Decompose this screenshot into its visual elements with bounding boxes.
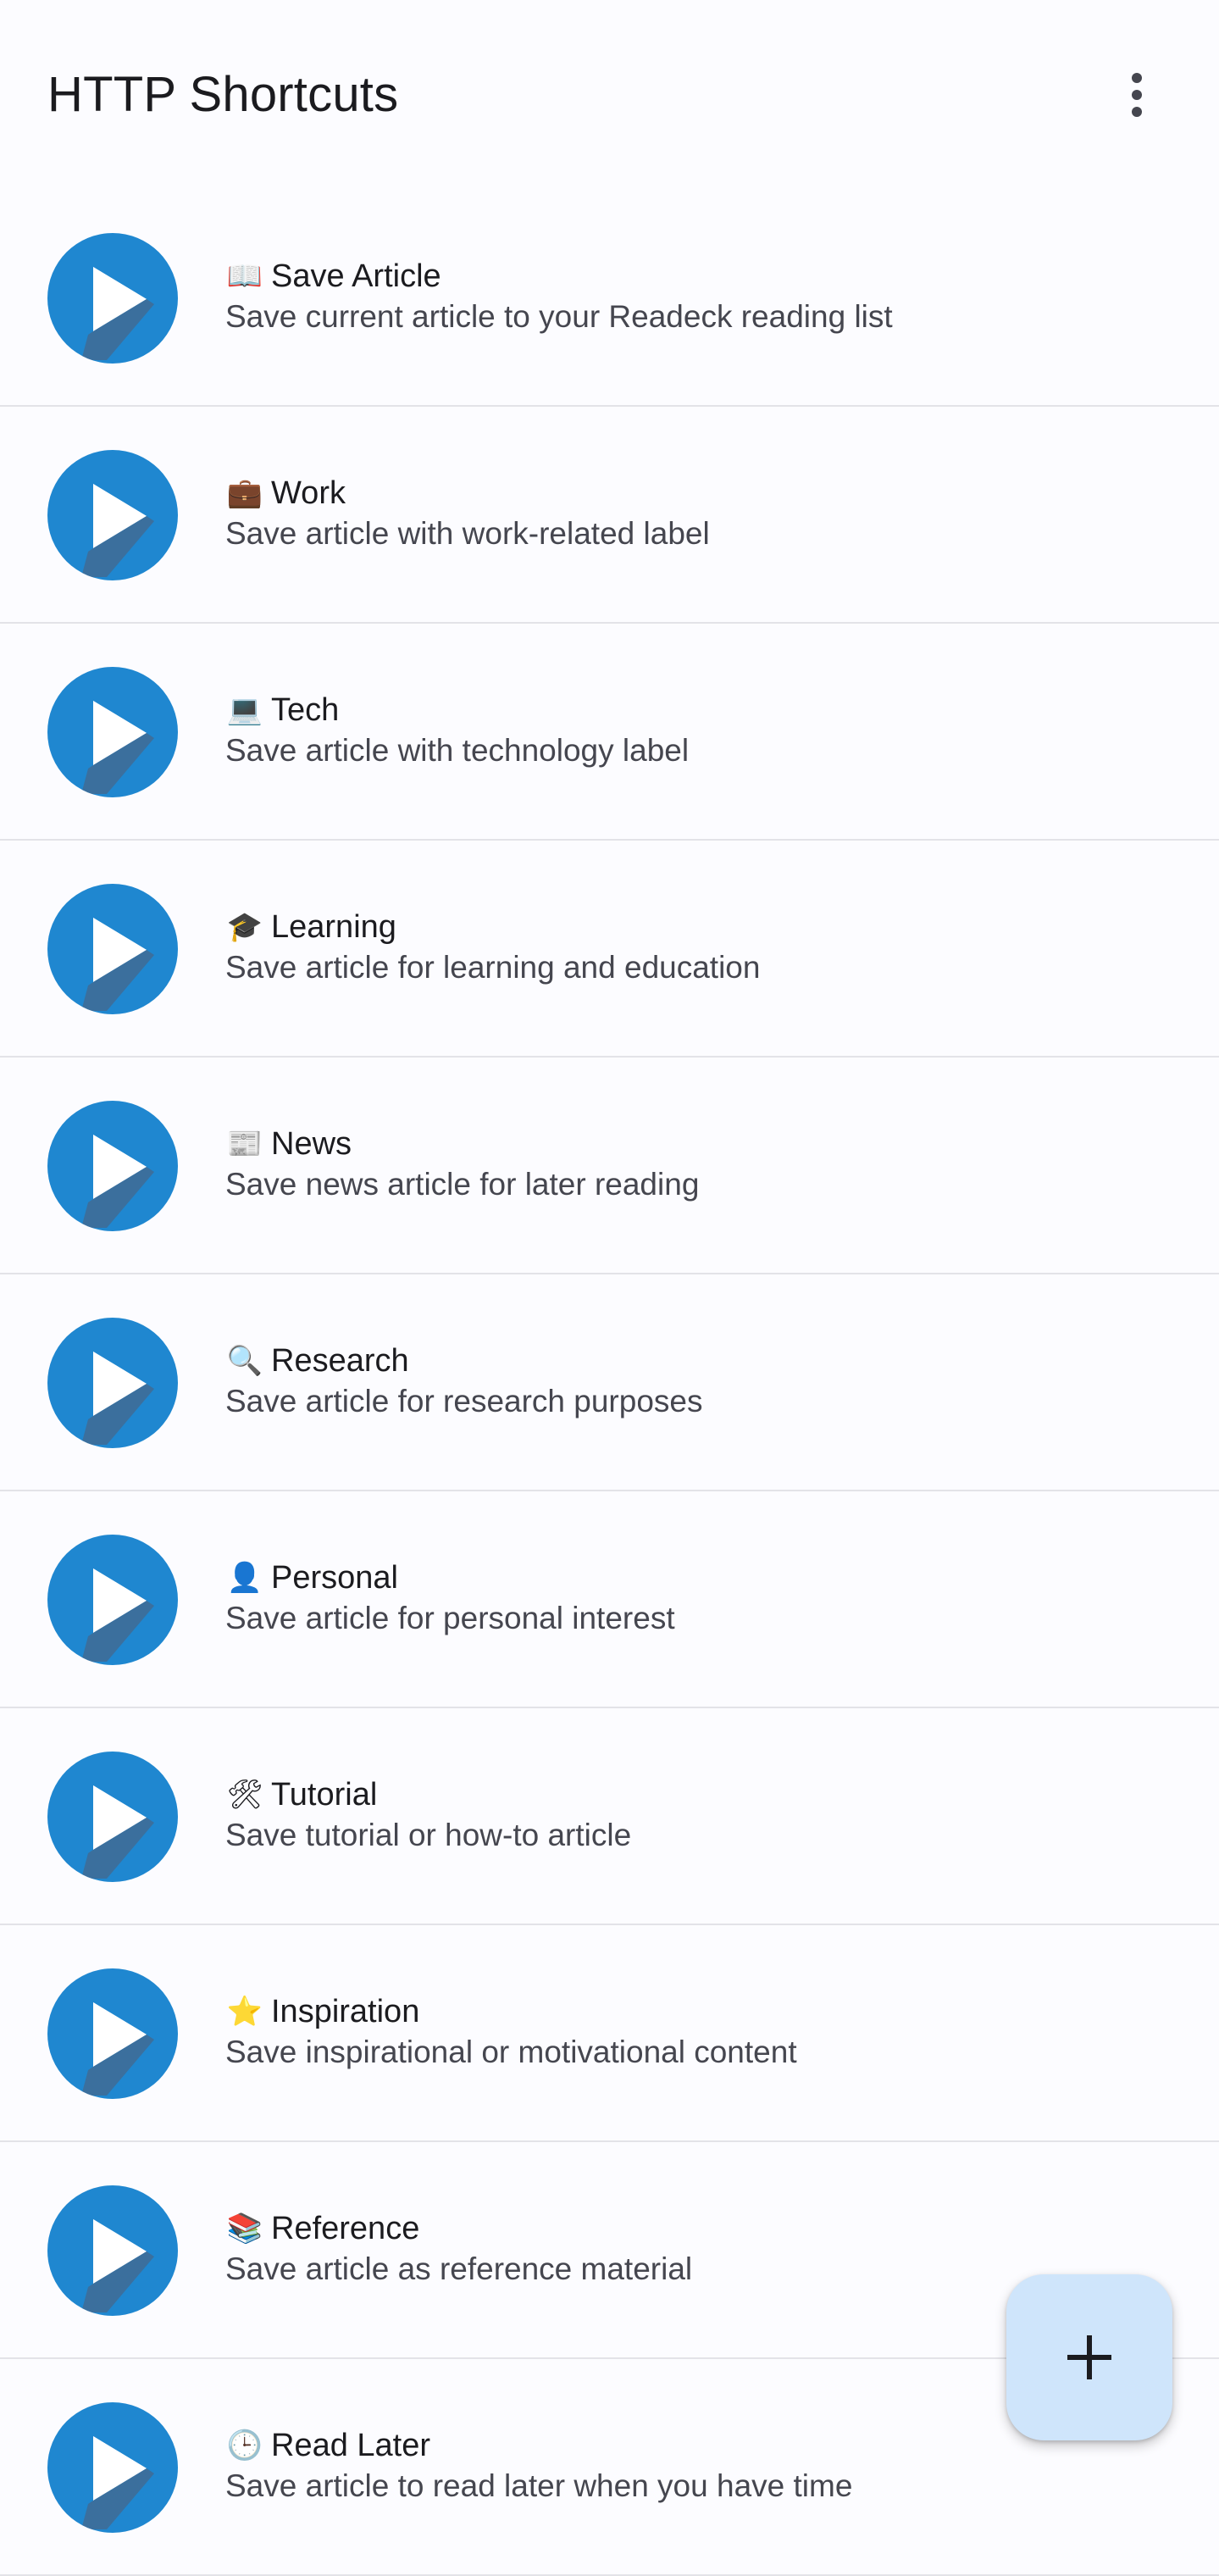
shortcut-title-line: 💻 Tech <box>225 690 1185 730</box>
send-arrow-icon <box>47 1752 178 1882</box>
add-shortcut-button[interactable] <box>1006 2274 1172 2440</box>
shortcut-name: Save Article <box>271 258 441 294</box>
shortcut-row[interactable]: 🎓 Learning Save article for learning and e… <box>0 841 1219 1058</box>
shortcut-name: Read Later <box>271 2428 431 2463</box>
shortcut-text: ⭐ Inspiration Save inspirational or motiva… <box>225 1991 1185 2073</box>
shortcut-name: Work <box>271 475 346 511</box>
shortcut-row[interactable]: ⭐ Inspiration Save inspirational or motiva… <box>0 1925 1219 2142</box>
send-arrow-icon <box>47 2402 178 2533</box>
shortcut-text: 🎓 Learning Save article for learning and e… <box>225 907 1185 988</box>
shortcut-title-line: ⭐ Inspiration <box>225 1991 1185 2032</box>
shortcut-title-line: 🎓 Learning <box>225 907 1185 947</box>
shortcut-text: 🛠 Tutorial Save tutorial or how-to article <box>225 1774 1185 1856</box>
more-vert-icon-dot <box>1132 107 1142 117</box>
star-icon: ⭐ <box>226 1996 263 2028</box>
shortcut-text: 👤 Personal Save article for personal inter… <box>225 1557 1185 1639</box>
shortcut-title-line: 💼 Work <box>225 473 1185 514</box>
shortcut-description: Save article with work-related label <box>225 516 710 551</box>
shortcut-row[interactable]: 📖 Save Article Save current article to you… <box>0 190 1219 407</box>
more-vert-icon-dot <box>1132 90 1142 100</box>
open-book-icon: 📖 <box>226 260 263 292</box>
clock-icon: 🕒 <box>226 2429 263 2462</box>
shortcut-description: Save article for personal interest <box>225 1601 675 1635</box>
send-arrow-icon <box>47 2185 178 2316</box>
send-arrow-icon <box>47 1318 178 1448</box>
hammer-wrench-icon: 🛠 <box>226 1779 263 1811</box>
app-title: HTTP Shortcuts <box>47 67 399 122</box>
books-icon: 📚 <box>226 2212 263 2245</box>
shortcut-name: Learning <box>271 909 396 945</box>
send-arrow-icon <box>47 450 178 580</box>
app-bar: HTTP Shortcuts <box>0 0 1219 190</box>
briefcase-icon: 💼 <box>226 477 263 509</box>
shortcut-description: Save news article for later reading <box>225 1167 700 1202</box>
shortcut-name: Inspiration <box>271 1994 420 2029</box>
shortcut-title-line: 🔍 Research <box>225 1341 1185 1381</box>
shortcut-text: 📖 Save Article Save current article to you… <box>225 256 1185 337</box>
shortcut-text: 💻 Tech Save article with technology label <box>225 690 1185 771</box>
shortcut-description: Save article with technology label <box>225 733 690 768</box>
shortcut-text: 🔍 Research Save article for research purpo… <box>225 1341 1185 1422</box>
shortcut-text: 💼 Work Save article with work-related labe… <box>225 473 1185 554</box>
shortcut-description: Save article for research purposes <box>225 1384 703 1418</box>
shortcut-name: Research <box>271 1343 409 1379</box>
laptop-icon: 💻 <box>226 694 263 726</box>
shortcut-description: Save article for learning and education <box>225 950 761 985</box>
plus-icon <box>1067 2335 1111 2379</box>
shortcut-title-line: 👤 Personal <box>225 1557 1185 1598</box>
shortcut-name: Reference <box>271 2211 420 2246</box>
shortcut-name: News <box>271 1126 352 1162</box>
shortcut-name: Personal <box>271 1560 398 1596</box>
person-silhouette-icon: 👤 <box>226 1562 263 1594</box>
send-arrow-icon <box>47 884 178 1014</box>
shortcut-description: Save tutorial or how-to article <box>225 1818 632 1852</box>
graduation-cap-icon: 🎓 <box>226 911 263 943</box>
shortcut-row[interactable]: 💼 Work Save article with work-related labe… <box>0 407 1219 624</box>
shortcut-title-line: 🛠 Tutorial <box>225 1774 1185 1815</box>
shortcut-description: Save inspirational or motivational conte… <box>225 2035 797 2069</box>
send-arrow-icon <box>47 667 178 797</box>
shortcut-row[interactable]: 🛠 Tutorial Save tutorial or how-to article <box>0 1708 1219 1925</box>
shortcut-description: Save article to read later when you have… <box>225 2468 853 2503</box>
shortcut-row[interactable]: 💻 Tech Save article with technology label <box>0 624 1219 841</box>
magnifier-icon: 🔍 <box>226 1345 263 1377</box>
shortcut-row[interactable]: 🔍 Research Save article for research purpo… <box>0 1274 1219 1491</box>
send-arrow-icon <box>47 1968 178 2099</box>
shortcut-row[interactable]: 👤 Personal Save article for personal inter… <box>0 1491 1219 1708</box>
shortcut-row[interactable]: 📰 News Save news article for later reading <box>0 1058 1219 1274</box>
newspaper-icon: 📰 <box>226 1128 263 1160</box>
send-arrow-icon <box>47 1535 178 1665</box>
shortcut-title-line: 📚 Reference <box>225 2208 1185 2249</box>
shortcut-name: Tech <box>271 692 340 728</box>
shortcut-name: Tutorial <box>271 1777 378 1813</box>
shortcut-list: 📖 Save Article Save current article to you… <box>0 190 1219 2576</box>
shortcut-description: Save current article to your Readeck rea… <box>225 299 893 334</box>
shortcut-title-line: 📖 Save Article <box>225 256 1185 297</box>
shortcut-text: 📰 News Save news article for later reading <box>225 1124 1185 1205</box>
more-options-button[interactable] <box>1103 53 1171 137</box>
send-arrow-icon <box>47 233 178 364</box>
send-arrow-icon <box>47 1101 178 1231</box>
more-vert-icon <box>1132 73 1142 83</box>
shortcut-title-line: 📰 News <box>225 1124 1185 1164</box>
